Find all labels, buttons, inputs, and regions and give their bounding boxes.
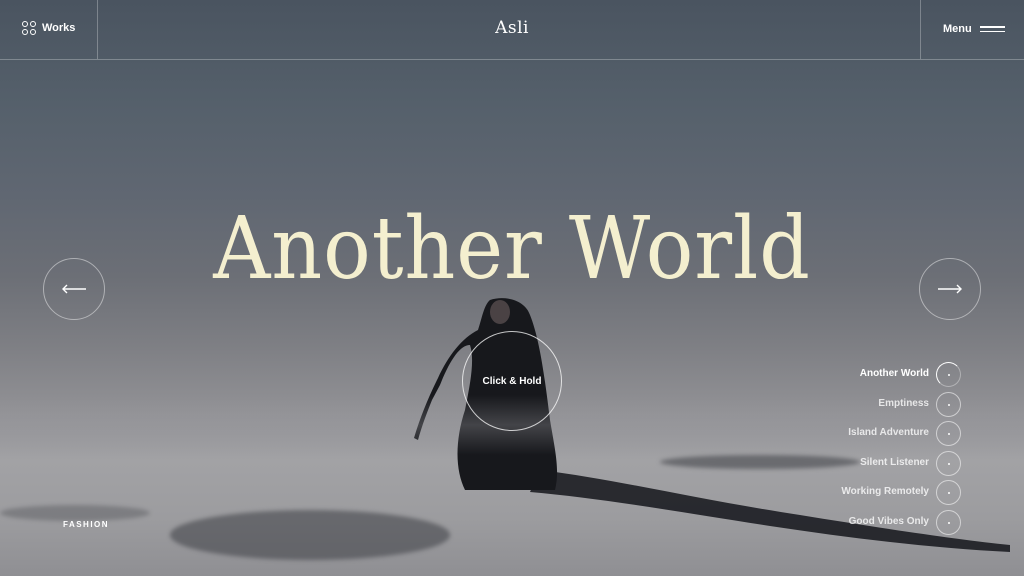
- click-hold-label: Click & Hold: [482, 375, 542, 387]
- slide-item-label: Another World: [859, 368, 929, 379]
- slide-item-label: Silent Listener: [860, 457, 929, 468]
- menu-button[interactable]: Menu: [943, 23, 1005, 35]
- dot-icon: [947, 521, 950, 524]
- slide-item-label: Working Remotely: [841, 486, 929, 497]
- slide-dot[interactable]: [936, 392, 961, 417]
- slide-dot[interactable]: [936, 362, 961, 387]
- slide-dot[interactable]: [936, 451, 961, 476]
- dot-icon: [947, 491, 950, 494]
- next-slide-button[interactable]: [919, 258, 981, 320]
- slide-dot[interactable]: [936, 480, 961, 505]
- dot-icon: [947, 432, 950, 435]
- category-label: FASHION: [63, 520, 110, 529]
- dot-icon: [947, 373, 950, 376]
- hamburger-icon: [979, 26, 1005, 32]
- slide-item[interactable]: Silent Listener: [860, 450, 929, 475]
- site-logo[interactable]: Asli: [0, 18, 1024, 38]
- slide-item-label: Good Vibes Only: [848, 516, 929, 527]
- slide-item-label: Island Adventure: [848, 427, 929, 438]
- arrow-right-icon: [938, 284, 962, 294]
- slide-item[interactable]: Working Remotely: [841, 479, 929, 504]
- arrow-left-icon: [62, 284, 86, 294]
- previous-slide-button[interactable]: [43, 258, 105, 320]
- click-hold-button[interactable]: Click & Hold: [462, 331, 562, 431]
- slide-item[interactable]: Emptiness: [878, 391, 929, 416]
- slide-item[interactable]: Another World: [860, 361, 929, 386]
- dot-icon: [947, 403, 950, 406]
- menu-label: Menu: [943, 23, 972, 35]
- slide-dot[interactable]: [936, 421, 961, 446]
- slide-dot[interactable]: [936, 510, 961, 535]
- hero-title: Another World: [213, 199, 811, 299]
- slide-item-label: Emptiness: [878, 398, 929, 409]
- slide-item[interactable]: Good Vibes Only: [849, 509, 929, 534]
- slide-item[interactable]: Island Adventure: [848, 420, 929, 445]
- dot-icon: [947, 462, 950, 465]
